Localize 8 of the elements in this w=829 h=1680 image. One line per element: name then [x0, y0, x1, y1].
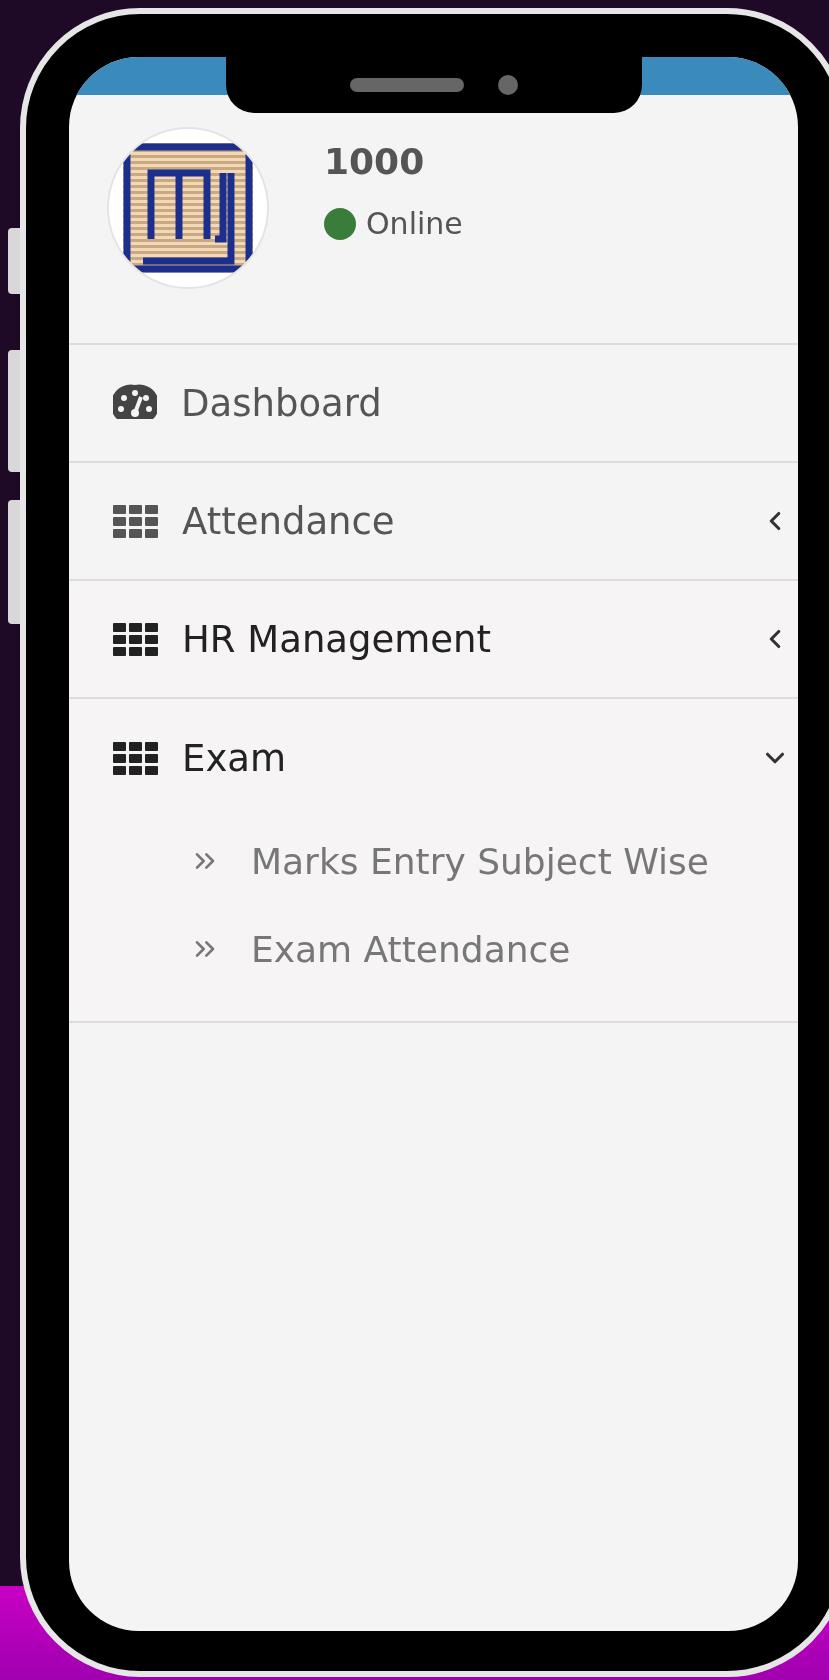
submenu-item[interactable]: Exam Attendance: [69, 905, 798, 993]
status-text: Online: [366, 206, 463, 241]
grid-icon: [113, 504, 158, 538]
submenu-item[interactable]: Marks Entry Subject Wise: [69, 817, 798, 905]
camera-lens: [498, 75, 518, 95]
user-name: 1000: [324, 141, 426, 182]
grid-icon: [113, 622, 158, 656]
grid-icon: [113, 741, 158, 775]
